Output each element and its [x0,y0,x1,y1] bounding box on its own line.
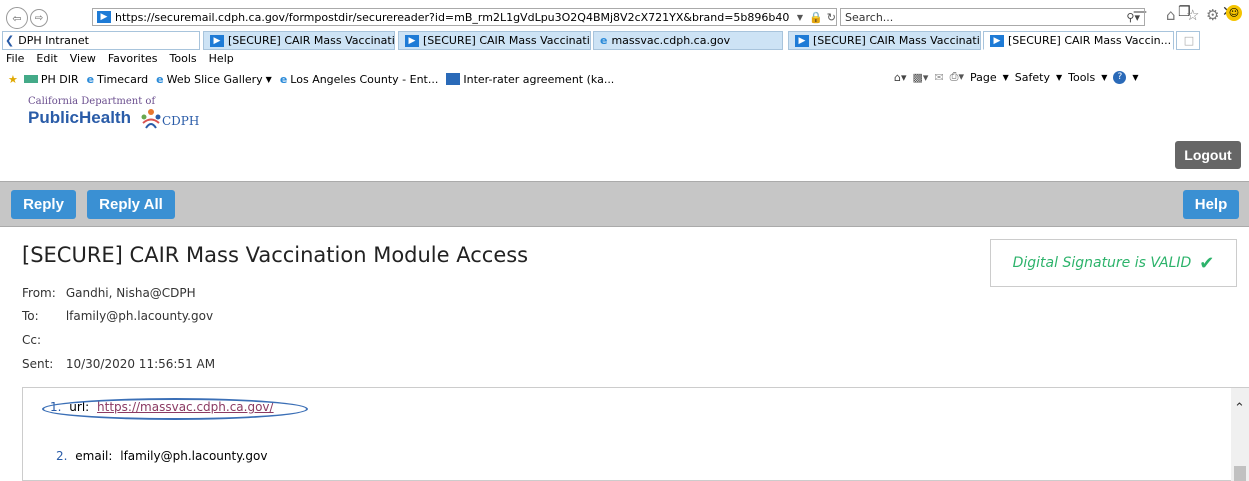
to-value: lfamily@ph.lacounty.gov [65,309,214,323]
ie-icon: e [86,72,95,86]
to-row: To: lfamily@ph.lacounty.gov [22,309,213,323]
reply-button[interactable]: Reply [11,190,76,219]
sent-value: 10/30/2020 11:56:51 AM [65,357,216,371]
new-tab-button[interactable]: □ [1176,31,1200,50]
home-icon[interactable]: ⌂▾ [894,71,907,84]
search-placeholder: Search... [845,10,894,24]
from-label: From: [22,286,56,300]
tab-secure-1[interactable]: ▶ [SECURE] CAIR Mass Vaccinati... [203,31,395,50]
search-input[interactable]: Search... ⚲▾ [840,8,1145,26]
checkmark-icon: ✔ [1199,252,1215,274]
ie-icon: e [156,72,164,86]
to-label: To: [22,309,39,323]
reply-all-button[interactable]: Reply All [87,190,175,219]
settings-gear-icon[interactable]: ⚙ [1206,6,1219,24]
cdph-logo-icon [140,108,162,133]
dph-tab-icon: ❮ [5,34,15,47]
url-text[interactable]: https://securemail.cdph.ca.gov/formpostd… [115,11,793,24]
list-item-email: 2. email: lfamily@ph.lacounty.gov [56,449,267,463]
menu-file[interactable]: File [6,52,24,65]
back-icon[interactable]: ⇦ [6,7,28,29]
tools-menu[interactable]: Tools [1068,71,1095,84]
feeds-icon[interactable]: ▩▾ [913,71,929,84]
tab-massvac[interactable]: e massvac.cdph.ca.gov [593,31,783,50]
logo-mark: CDPH [162,114,200,128]
tab-label: [SECURE] CAIR Mass Vaccinati... [813,34,981,47]
dropdown-icon[interactable]: ▼ [266,75,272,84]
fav-webslice[interactable]: Web Slice Gallery [167,73,263,86]
ie-icon: e [279,72,288,86]
forward-icon[interactable]: ⇨ [30,9,48,27]
sent-label: Sent: [22,357,54,371]
home-icon[interactable]: ⌂ [1166,6,1176,24]
refresh-icon[interactable]: ↻ [827,11,836,24]
site-icon: ▶ [990,34,1004,47]
menu-edit[interactable]: Edit [36,52,57,65]
dropdown-icon[interactable]: ▼ [797,13,803,22]
menu-view[interactable]: View [70,52,96,65]
mail-toolbar [0,181,1249,227]
new-tab-icon: □ [1183,34,1195,47]
lock-icon[interactable]: 🔒 [809,11,823,24]
tab-secure-3[interactable]: ▶ [SECURE] CAIR Mass Vaccinati... [788,31,981,50]
safety-menu[interactable]: Safety [1015,71,1050,84]
list-key: email: [75,449,113,463]
menu-favorites[interactable]: Favorites [108,52,158,65]
fav-lacounty[interactable]: Los Angeles County - Ent... [290,73,438,86]
smiley-feedback-icon[interactable]: ☺ [1226,5,1242,21]
address-bar[interactable]: ▶ https://securemail.cdph.ca.gov/formpos… [92,8,837,26]
logout-button[interactable]: Logout [1175,141,1241,169]
menu-help[interactable]: Help [209,52,234,65]
menu-bar: File Edit View Favorites Tools Help [0,52,600,68]
search-icon[interactable]: ⚲▾ [1126,11,1140,24]
tab-label: [SECURE] CAIR Mass Vaccinati... [228,34,395,47]
dropdown-icon[interactable]: ▼ [1101,73,1107,82]
menu-tools[interactable]: Tools [170,52,197,65]
command-bar: ⌂▾ ▩▾ ✉ ⎙▾ Page ▼ Safety ▼ Tools ▼ ? ▼ [894,70,1139,84]
logo-line1: California Department of [28,96,156,107]
message-subject: [SECURE] CAIR Mass Vaccination Module Ac… [22,243,529,267]
tab-label: massvac.cdph.ca.gov [611,34,731,47]
site-icon: ▶ [405,34,419,47]
favorites-star-icon[interactable]: ★ [8,73,18,86]
site-icon: ▶ [210,34,224,47]
tab-label: [SECURE] CAIR Mass Vaccinati... [423,34,591,47]
ie-icon: e [600,34,608,47]
from-value: Gandhi, Nisha@CDPH [65,286,196,300]
dropdown-icon[interactable]: ▼ [1003,73,1009,82]
help-icon[interactable]: ? [1113,70,1127,84]
tab-label: [SECURE] CAIR Mass Vaccin... [1008,34,1172,47]
site-icon: ▶ [97,11,111,23]
scroll-thumb[interactable] [1234,466,1246,481]
tab-label: DPH Intranet [18,34,89,47]
from-row: From: Gandhi, Nisha@CDPH [22,286,196,300]
page-menu[interactable]: Page [970,71,997,84]
favorites-star-icon[interactable]: ☆ [1186,6,1199,24]
logo-line2: PublicHealth [28,108,131,127]
tab-secure-active[interactable]: ▶ [SECURE] CAIR Mass Vaccin... ✕ [983,31,1174,50]
cc-label: Cc: [22,333,42,347]
tab-dph-intranet[interactable]: ❮ DPH Intranet [2,31,200,50]
signature-status: Digital Signature is VALID ✔ [990,239,1237,287]
highlight-ellipse [42,398,308,420]
fav-phdir[interactable]: PH DIR [41,73,79,86]
dropdown-icon[interactable]: ▼ [1056,73,1062,82]
fav-interrater[interactable]: Inter-rater agreement (ka... [463,73,614,86]
dropdown-icon[interactable]: ▼ [1132,73,1138,82]
signature-text: Digital Signature is VALID [1012,255,1192,271]
site-icon: ▶ [795,34,809,47]
fav-phdir-icon [23,75,38,83]
fav-timecard[interactable]: Timecard [97,73,148,86]
list-number: 2. [56,449,68,463]
tab-secure-2[interactable]: ▶ [SECURE] CAIR Mass Vaccinati... [398,31,591,50]
mail-icon[interactable]: ✉ [934,71,943,84]
tab-strip: ❮ DPH Intranet ▶ [SECURE] CAIR Mass Vacc… [0,31,1249,51]
sent-row: Sent: 10/30/2020 11:56:51 AM [22,357,215,371]
print-icon[interactable]: ⎙▾ [950,70,964,84]
help-button[interactable]: Help [1183,190,1239,219]
fav-interrater-icon [446,73,461,85]
scroll-up-icon[interactable]: ⌃ [1234,401,1245,416]
email-value: lfamily@ph.lacounty.gov [120,449,268,463]
cc-row: Cc: [22,333,62,347]
